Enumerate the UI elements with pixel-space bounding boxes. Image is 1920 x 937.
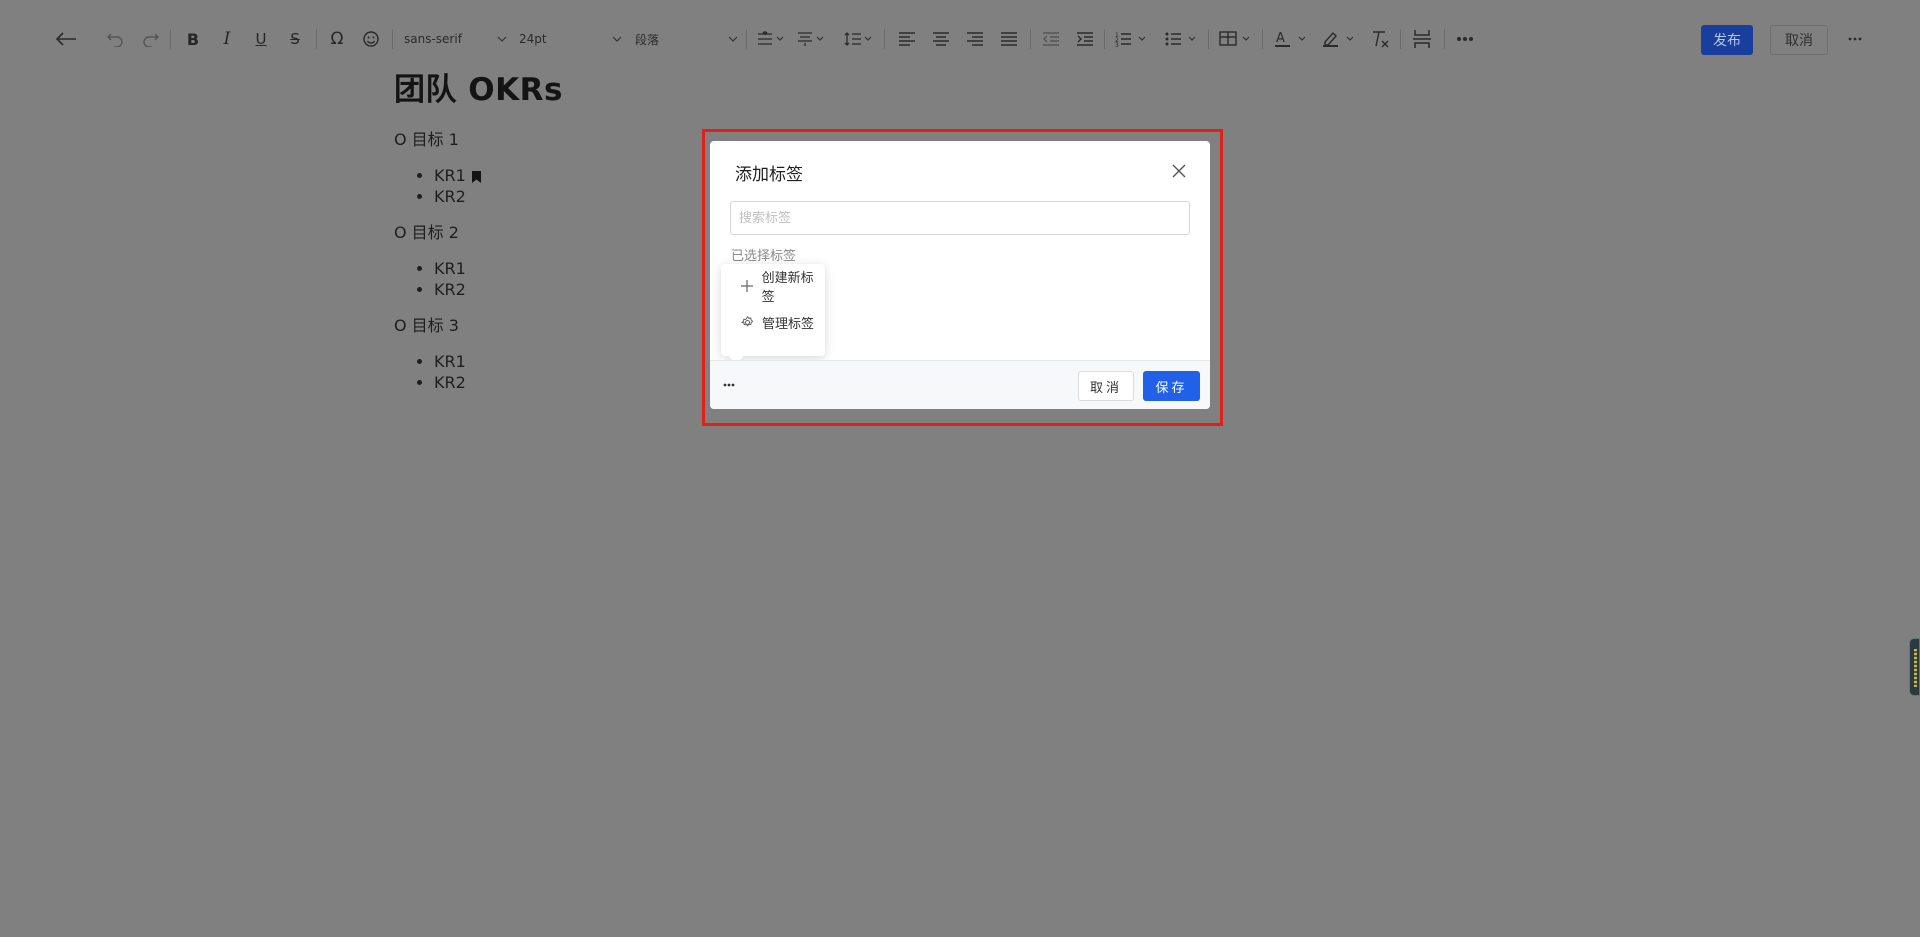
- redo-icon[interactable]: [140, 24, 162, 54]
- font-size-select[interactable]: 24pt: [519, 26, 623, 52]
- dialog-title: 添加标签: [735, 165, 803, 185]
- manage-tags-label: 管理标签: [762, 316, 815, 332]
- back-arrow-icon[interactable]: [52, 24, 80, 54]
- italic-icon[interactable]: I: [216, 24, 238, 54]
- svg-text:3: 3: [1115, 42, 1119, 47]
- cancel-edit-button[interactable]: 取消: [1770, 25, 1828, 55]
- strikethrough-icon[interactable]: S: [284, 24, 306, 54]
- chevron-down-icon: [728, 36, 738, 42]
- save-button[interactable]: 保存: [1143, 371, 1200, 401]
- paragraph-style-select[interactable]: 段落: [635, 26, 739, 52]
- underline-icon[interactable]: U: [250, 24, 272, 54]
- document-title[interactable]: 团队 OKRs: [394, 68, 894, 112]
- clear-format-icon[interactable]: [1368, 24, 1392, 54]
- align-left-icon[interactable]: [896, 24, 918, 54]
- text-color-icon[interactable]: A: [1272, 24, 1310, 54]
- paragraph-style-value: 段落: [635, 32, 660, 47]
- dialog-footer: 取消 保存: [710, 360, 1210, 409]
- chevron-down-icon: [612, 36, 622, 42]
- page-break-icon[interactable]: [1410, 24, 1434, 54]
- paragraph-spacing-icon[interactable]: [794, 24, 828, 54]
- add-tag-dialog: 添加标签 已选择标签 创建新标签 管理标签 取消 保存: [710, 141, 1210, 409]
- gear-icon: [740, 315, 754, 329]
- chevron-down-icon: [497, 36, 507, 42]
- tag-actions-popover: 创建新标签 管理标签: [721, 264, 825, 356]
- close-icon[interactable]: [1169, 161, 1189, 181]
- justify-icon[interactable]: [998, 24, 1020, 54]
- create-tag-menu-item[interactable]: 创建新标签: [721, 271, 825, 305]
- create-tag-label: 创建新标签: [761, 271, 814, 305]
- line-height-icon[interactable]: [842, 24, 876, 54]
- font-family-value: sans-serif: [404, 32, 462, 46]
- more-options-icon[interactable]: [719, 377, 739, 393]
- vertical-align-icon[interactable]: [754, 24, 788, 54]
- undo-icon[interactable]: [104, 24, 126, 54]
- font-family-select[interactable]: sans-serif: [404, 26, 508, 52]
- manage-tags-menu-item[interactable]: 管理标签: [721, 307, 825, 337]
- bookmark-icon: [471, 171, 481, 183]
- omega-icon[interactable]: Ω: [326, 24, 348, 54]
- table-icon[interactable]: [1218, 24, 1254, 54]
- svg-text:A: A: [1276, 31, 1285, 46]
- more-icon[interactable]: [1452, 24, 1478, 54]
- ordered-list-icon[interactable]: 123: [1114, 24, 1150, 54]
- selected-tags-label: 已选择标签: [731, 249, 797, 264]
- publish-button[interactable]: 发布: [1701, 25, 1753, 55]
- cancel-button[interactable]: 取消: [1078, 371, 1134, 401]
- bold-icon[interactable]: B: [182, 24, 204, 54]
- side-panel-handle[interactable]: [1909, 638, 1920, 696]
- bullet-list-icon[interactable]: [1164, 24, 1200, 54]
- more-options-icon[interactable]: [1843, 24, 1867, 54]
- indent-icon[interactable]: [1074, 24, 1096, 54]
- plus-icon: [740, 279, 754, 293]
- align-center-icon[interactable]: [930, 24, 952, 54]
- highlight-icon[interactable]: [1320, 24, 1358, 54]
- outdent-icon[interactable]: [1040, 24, 1062, 54]
- search-tag-input[interactable]: [730, 201, 1190, 235]
- emoji-icon[interactable]: [360, 24, 382, 54]
- align-right-icon[interactable]: [964, 24, 986, 54]
- font-size-value: 24pt: [519, 32, 547, 46]
- level-meter: [1914, 649, 1917, 687]
- editor-toolbar: B I U S Ω sans-serif 24pt 段落 1 2 3 A 发布 …: [0, 0, 1920, 76]
